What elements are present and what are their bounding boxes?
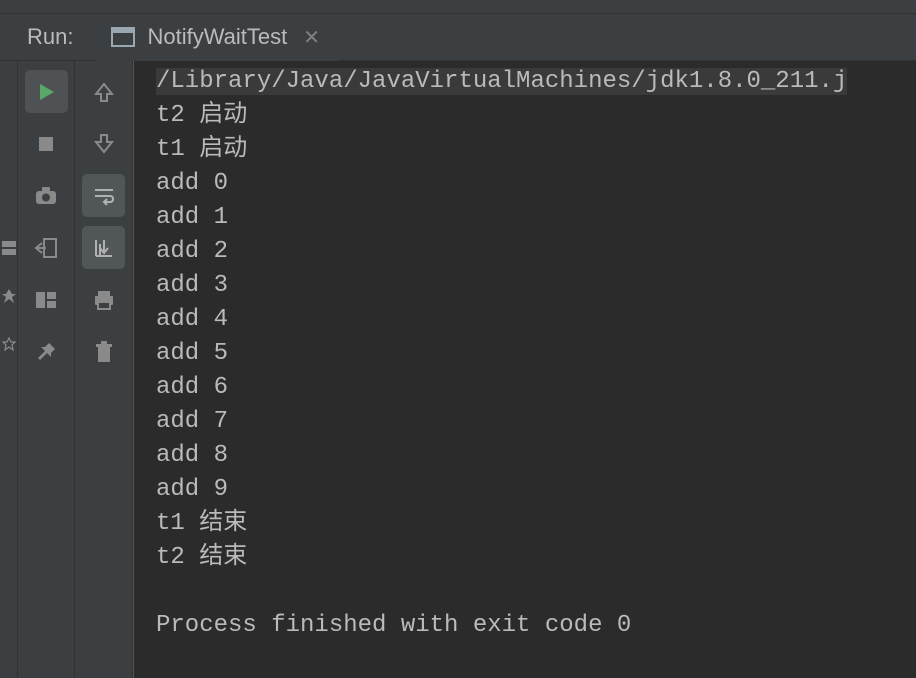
clear-all-button[interactable] — [82, 330, 125, 373]
exit-button[interactable] — [25, 226, 68, 269]
application-icon — [111, 27, 135, 47]
left-tool-strip — [0, 61, 18, 678]
console-output[interactable]: /Library/Java/JavaVirtualMachines/jdk1.8… — [133, 61, 916, 678]
secondary-toolbar — [75, 61, 133, 678]
soft-wrap-button[interactable] — [82, 174, 125, 217]
window-top-bar — [0, 0, 916, 14]
output-block: t2 启动 t1 启动 add 0 add 1 add 2 add 3 add … — [156, 102, 631, 639]
favorites-strip-icon[interactable] — [2, 337, 16, 351]
stop-button[interactable] — [25, 122, 68, 165]
dump-threads-button[interactable] — [25, 174, 68, 217]
run-label: Run: — [0, 24, 97, 50]
scroll-to-end-button[interactable] — [82, 226, 125, 269]
main-area: /Library/Java/JavaVirtualMachines/jdk1.8… — [0, 61, 916, 678]
tab-label: NotifyWaitTest — [147, 24, 287, 50]
pin-strip-icon[interactable] — [2, 289, 16, 303]
down-button[interactable] — [82, 122, 125, 165]
command-line: /Library/Java/JavaVirtualMachines/jdk1.8… — [156, 68, 847, 95]
run-tab[interactable]: NotifyWaitTest ✕ — [97, 14, 338, 61]
close-tab-icon[interactable]: ✕ — [299, 25, 324, 50]
pin-button[interactable] — [25, 330, 68, 373]
print-button[interactable] — [82, 278, 125, 321]
up-button[interactable] — [82, 70, 125, 113]
structure-strip-icon[interactable] — [2, 241, 16, 255]
layout-button[interactable] — [25, 278, 68, 321]
rerun-button[interactable] — [25, 70, 68, 113]
console-text: /Library/Java/JavaVirtualMachines/jdk1.8… — [134, 61, 916, 643]
primary-toolbar — [18, 61, 75, 678]
run-header: Run: NotifyWaitTest ✕ — [0, 14, 916, 61]
